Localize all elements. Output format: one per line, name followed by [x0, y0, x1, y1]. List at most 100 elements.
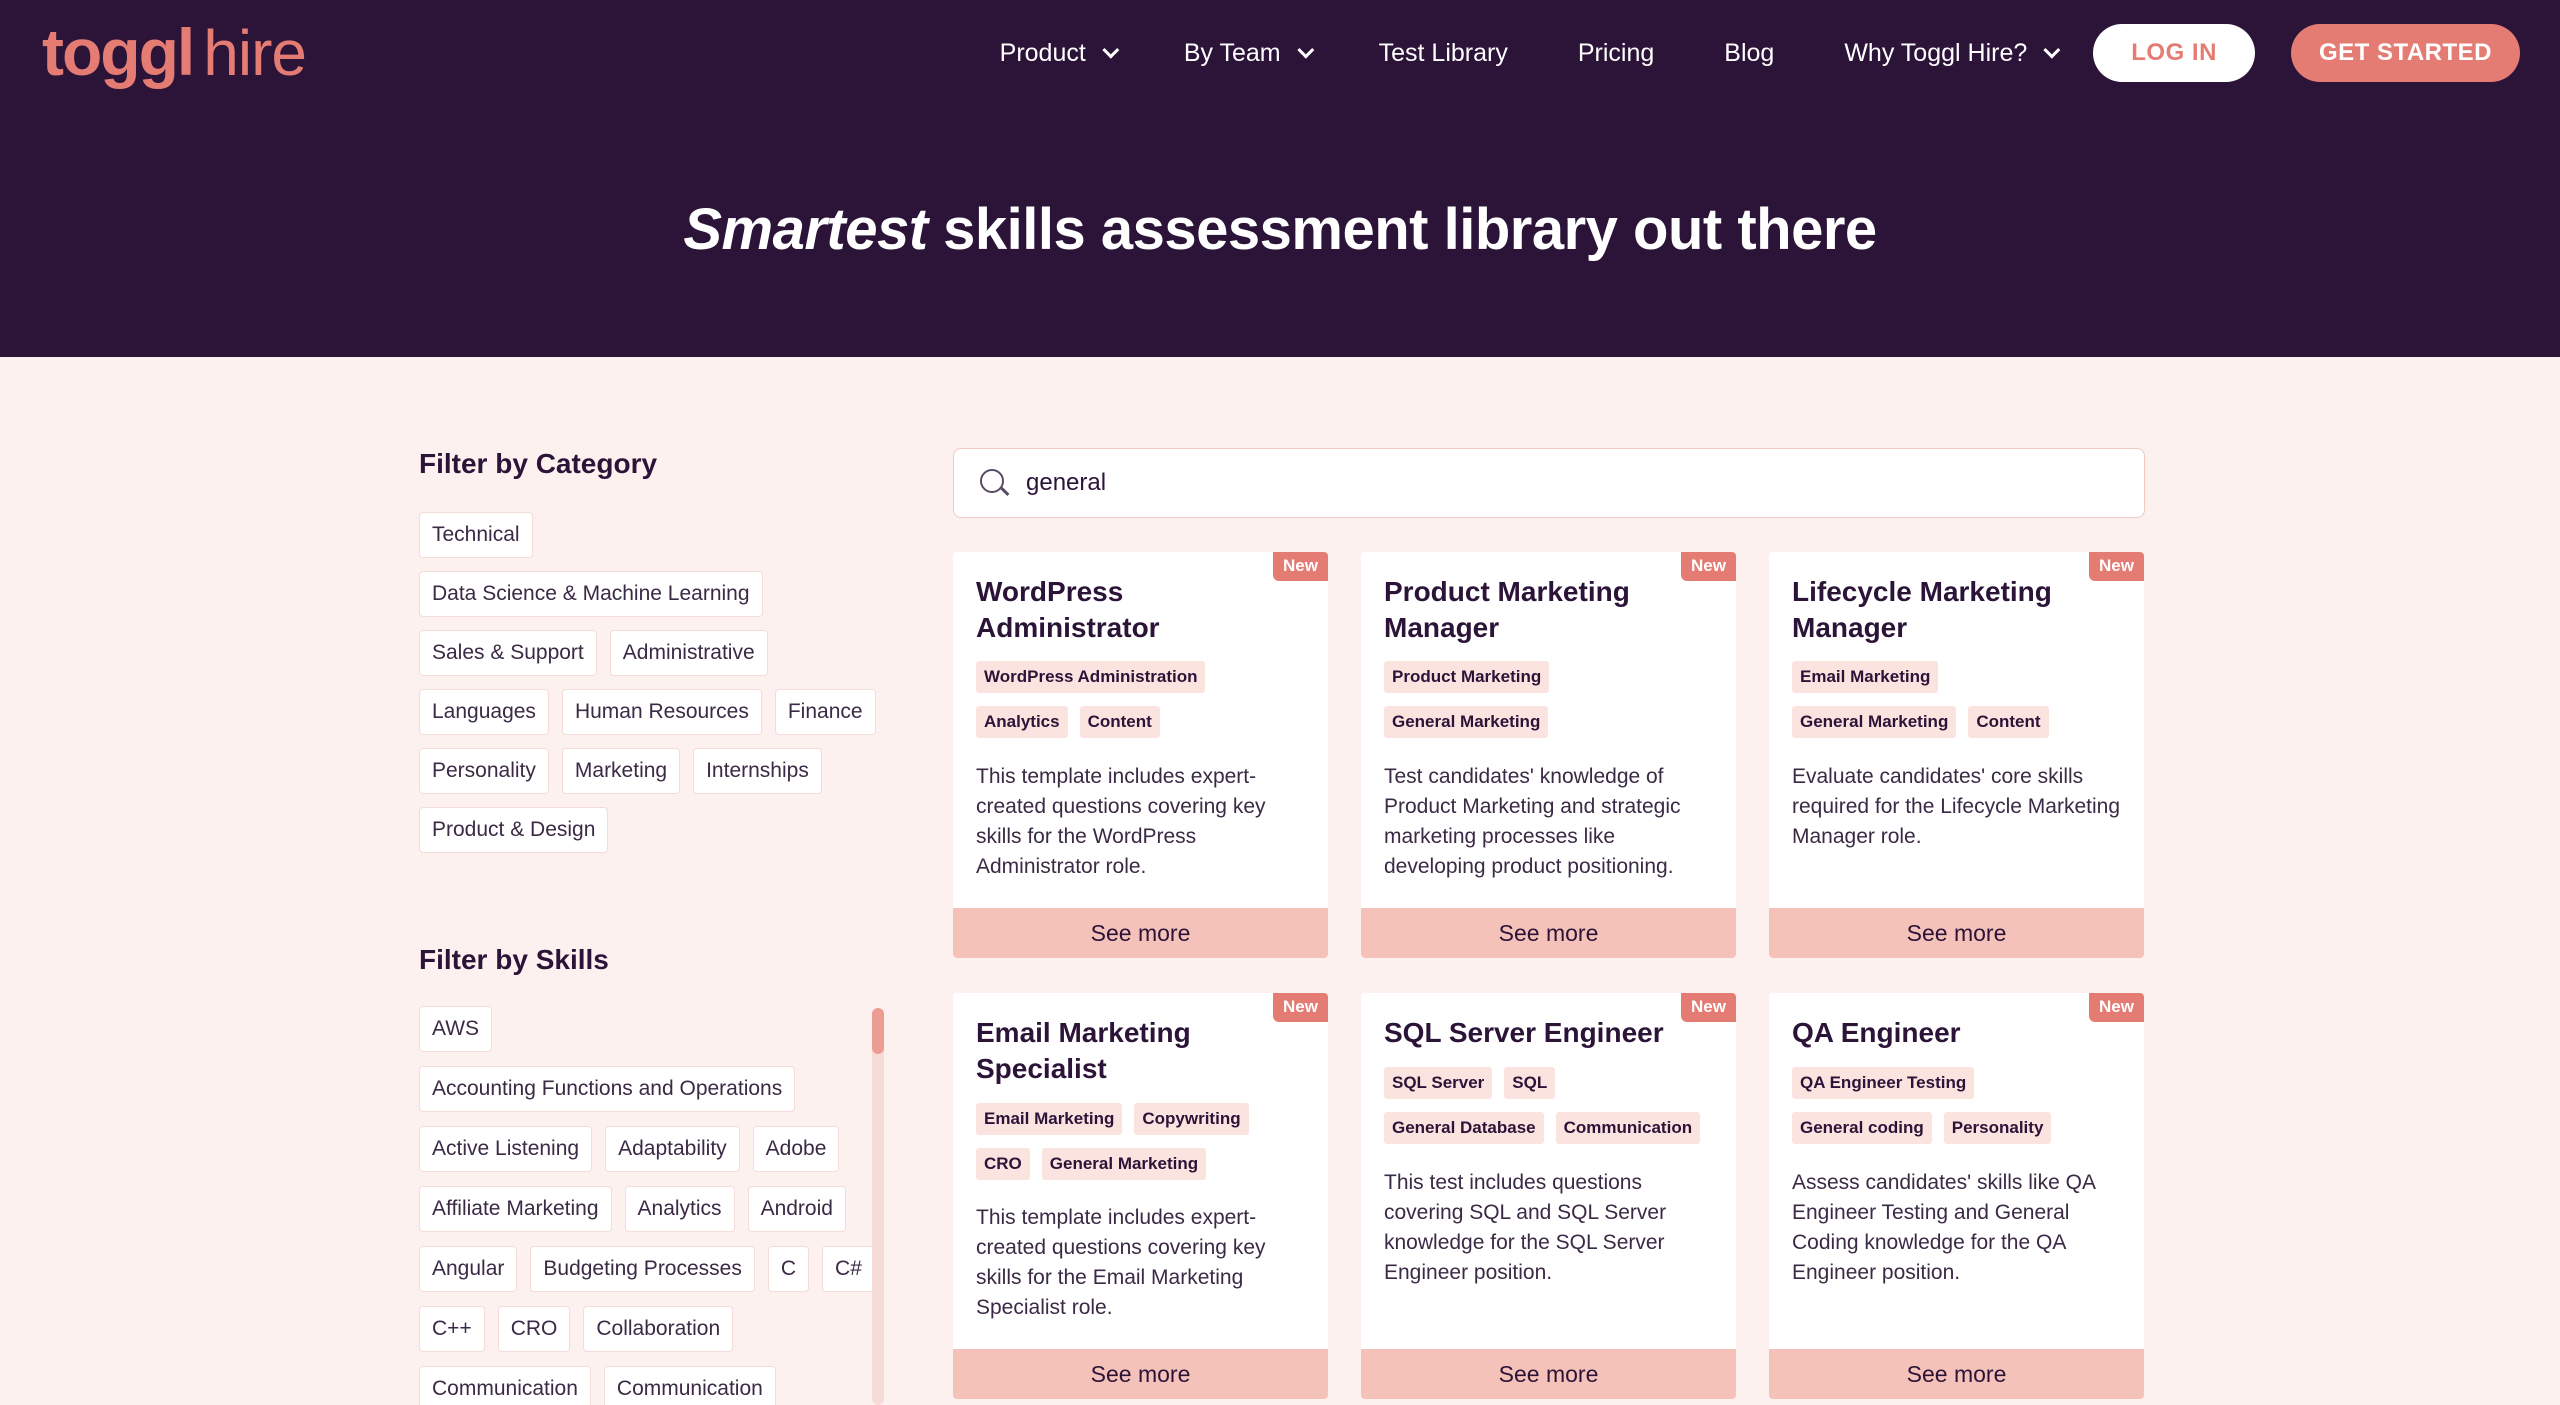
category-chip[interactable]: Internships [693, 748, 822, 794]
nav-product[interactable]: Product [999, 38, 1120, 68]
card-tag: Analytics [976, 706, 1068, 738]
nav-by-team[interactable]: By Team [1183, 38, 1314, 68]
skills-scrollbar[interactable] [872, 1008, 884, 1405]
card-tags: SQL Server SQL General Database Communic… [1384, 1067, 1724, 1157]
main-nav: Product By Team Test Library Pricing Blo… [1000, 22, 2520, 84]
test-card[interactable]: New Product Marketing Manager Product Ma… [1361, 552, 1736, 958]
test-card[interactable]: New SQL Server Engineer SQL Server SQL G… [1361, 993, 1736, 1399]
chevron-down-icon [2043, 41, 2061, 59]
skill-chip[interactable]: Communication [419, 1366, 591, 1405]
nav-why-toggl-hire[interactable]: Why Toggl Hire? [1844, 38, 2061, 68]
see-more-button[interactable]: See more [1361, 1349, 1736, 1399]
nav-pricing-label: Pricing [1577, 38, 1655, 67]
card-tag: SQL Server [1384, 1067, 1493, 1099]
card-tag: Copywriting [1134, 1103, 1249, 1135]
card-description: This template includes expert-created qu… [976, 765, 1266, 878]
skill-chip[interactable]: Budgeting Processes [530, 1246, 755, 1292]
search-icon-handle [1000, 486, 1010, 496]
card-tag: General Marketing [1792, 706, 1957, 738]
category-chip[interactable]: Data Science & Machine Learning [419, 571, 763, 617]
card-title: WordPress Administrator [976, 576, 1160, 643]
skill-chip[interactable]: AWS [419, 1006, 493, 1052]
skill-chip[interactable]: Adaptability [605, 1126, 740, 1172]
test-card[interactable]: New Lifecycle Marketing Manager Email Ma… [1769, 552, 2144, 958]
new-badge: New [2089, 552, 2144, 581]
skill-chip[interactable]: Accounting Functions and Operations [419, 1066, 796, 1112]
search-box[interactable] [953, 448, 2145, 518]
card-title: Lifecycle Marketing Manager [1792, 576, 2052, 643]
test-card[interactable]: New WordPress Administrator WordPress Ad… [953, 552, 1328, 958]
skill-chip[interactable]: C# [822, 1246, 875, 1292]
skill-chip[interactable]: Affiliate Marketing [419, 1186, 612, 1232]
see-more-button[interactable]: See more [953, 1349, 1328, 1399]
search-icon [978, 467, 1010, 499]
search-input[interactable] [1026, 469, 2106, 497]
hero-title-emphasis: Smartest [683, 197, 928, 262]
skills-chips: AWS Accounting Functions and Operations … [419, 1006, 889, 1405]
card-tag: General Marketing [1384, 706, 1549, 738]
nav-why-label: Why Toggl Hire? [1844, 38, 2028, 67]
category-chip[interactable]: Technical [419, 512, 533, 558]
skill-chip[interactable]: C [767, 1246, 810, 1292]
skills-scrollbar-thumb[interactable] [872, 1008, 884, 1054]
card-tag: Content [1968, 706, 2049, 738]
skill-chip[interactable]: Active Listening [419, 1126, 593, 1172]
card-title: QA Engineer [1792, 1017, 1961, 1048]
see-more-button[interactable]: See more [953, 908, 1328, 958]
card-tag: SQL [1504, 1067, 1556, 1099]
nav-pricing[interactable]: Pricing [1578, 39, 1654, 68]
toggl-hire-logo[interactable]: toggl hire [42, 14, 307, 94]
category-chip[interactable]: Finance [774, 689, 876, 735]
nav-test-library[interactable]: Test Library [1379, 39, 1508, 68]
new-badge: New [1273, 552, 1328, 581]
card-tag: WordPress Administration [976, 661, 1206, 693]
skill-chip[interactable]: Analytics [624, 1186, 735, 1232]
category-chip[interactable]: Personality [419, 748, 549, 794]
skill-chip[interactable]: Collaboration [583, 1306, 734, 1352]
test-card[interactable]: New QA Engineer QA Engineer Testing Gene… [1769, 993, 2144, 1399]
skill-chip[interactable]: Angular [419, 1246, 518, 1292]
category-chip[interactable]: Sales & Support [419, 630, 597, 676]
nav-product-label: Product [999, 38, 1086, 67]
category-filter: Filter by Category Technical Data Scienc… [419, 448, 899, 866]
see-more-button[interactable]: See more [1769, 1349, 2144, 1399]
card-tag: Email Marketing [1792, 661, 1939, 693]
skills-filter-heading: Filter by Skills [419, 944, 609, 975]
chevron-down-icon [1102, 41, 1120, 59]
card-tags: Email Marketing General Marketing Conten… [1792, 661, 2132, 751]
category-chip[interactable]: Languages [419, 689, 549, 735]
nav-blog[interactable]: Blog [1724, 39, 1774, 68]
nav-test-library-label: Test Library [1378, 38, 1508, 67]
nav-blog-label: Blog [1724, 38, 1775, 67]
card-tag: General coding [1792, 1112, 1932, 1144]
card-tags: Email Marketing Copywriting CRO General … [976, 1103, 1316, 1193]
card-tag: CRO [976, 1148, 1030, 1180]
card-tag: Personality [1943, 1112, 2052, 1144]
get-started-button[interactable]: GET STARTED [2290, 24, 2520, 82]
card-tag: Email Marketing [976, 1103, 1123, 1135]
category-chip[interactable]: Administrative [609, 630, 768, 676]
hero-header: toggl hire Product By Team Test Library … [0, 0, 2560, 357]
hero-title: Smartest skills assessment library out t… [0, 196, 2560, 263]
card-tags: Product Marketing General Marketing [1384, 661, 1724, 751]
category-chip[interactable]: Product & Design [419, 807, 609, 853]
category-filter-heading: Filter by Category [419, 448, 658, 479]
skill-chip[interactable]: Adobe [752, 1126, 840, 1172]
skill-chip[interactable]: Android [747, 1186, 846, 1232]
see-more-button[interactable]: See more [1361, 908, 1736, 958]
login-button[interactable]: LOG IN [2093, 24, 2255, 82]
new-badge: New [1681, 993, 1736, 1022]
category-chip[interactable]: Human Resources [561, 689, 762, 735]
skill-chip[interactable]: Communication [603, 1366, 776, 1405]
test-card[interactable]: New Email Marketing Specialist Email Mar… [953, 993, 1328, 1399]
skill-chip[interactable]: CRO [497, 1306, 571, 1352]
see-more-button[interactable]: See more [1769, 908, 2144, 958]
card-description: This template includes expert-created qu… [976, 1206, 1266, 1319]
skill-chip[interactable]: C++ [419, 1306, 485, 1352]
new-badge: New [2089, 993, 2144, 1022]
logo-hire-text: hire [203, 17, 307, 89]
category-chips: Technical Data Science & Machine Learnin… [419, 512, 899, 866]
category-chip[interactable]: Marketing [561, 748, 681, 794]
chevron-down-icon [1296, 41, 1314, 59]
nav-by-team-label: By Team [1183, 38, 1281, 67]
